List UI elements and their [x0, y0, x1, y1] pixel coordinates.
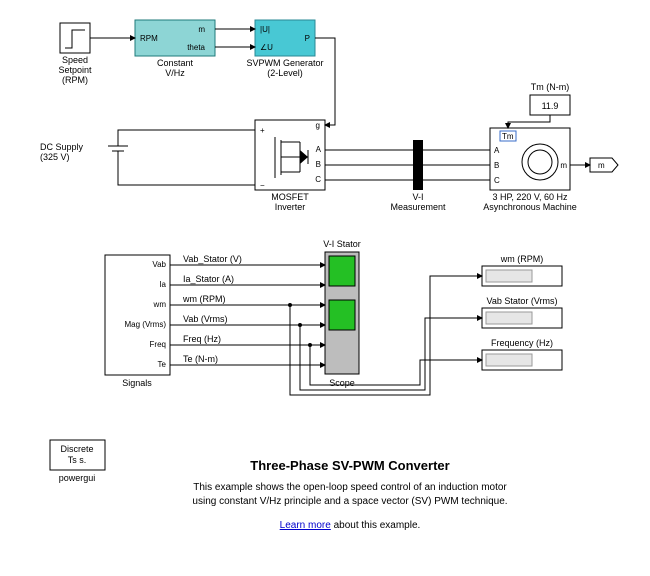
async-tm-port: Tm [502, 132, 514, 141]
svpwm-label-1: SVPWM Generator [246, 58, 323, 68]
learn-more-line: Learn more about this example. [280, 520, 421, 531]
inverter-label-2: Inverter [275, 202, 306, 212]
svpwm-out: P [305, 34, 310, 43]
inverter-minus-port: − [260, 181, 265, 190]
signals-box [105, 255, 170, 375]
sig-out-4: Freq (Hz) [183, 334, 221, 344]
tm-constant-block[interactable]: Tm (N-m) 11.9 [530, 82, 570, 115]
async-c-port: C [494, 176, 500, 185]
display-screen [486, 354, 532, 366]
signals-port-5: Te [158, 360, 167, 369]
vi-label-2: Measurement [390, 202, 446, 212]
scope-screen-1 [329, 256, 355, 286]
constant-vhz-block[interactable]: RPM m theta Constant V/Hz [135, 20, 215, 78]
tm-label: Tm (N-m) [531, 82, 569, 92]
goto-m-tag[interactable]: m [590, 158, 618, 172]
signal-line [290, 276, 482, 395]
sig-out-0: Vab_Stator (V) [183, 254, 242, 264]
description-1: This example shows the open-loop speed c… [193, 482, 507, 493]
display-screen [486, 270, 532, 282]
signals-block[interactable]: Vab Ia wm Mag (Vrms) Freq Te Signals [105, 255, 170, 388]
display-freq[interactable]: Frequency (Hz) [482, 338, 562, 370]
goto-m-text: m [598, 161, 605, 170]
signals-port-1: Ia [159, 280, 166, 289]
svpwm-in-bot: ∠U [260, 43, 273, 52]
disp-freq-label: Frequency (Hz) [491, 338, 553, 348]
speed-setpoint-block[interactable]: Speed Setpoint (RPM) [58, 23, 92, 85]
dc-supply-block[interactable]: DC Supply (325 V) [40, 135, 128, 162]
display-vab[interactable]: Vab Stator (Vrms) [482, 296, 562, 328]
powergui-line1: Discrete [60, 444, 93, 454]
disp-wm-label: wm (RPM) [500, 254, 544, 264]
signals-port-4: Freq [150, 340, 166, 349]
vhz-label-2: V/Hz [165, 68, 185, 78]
mosfet-inverter-block[interactable]: g + − A B C MOSFET Inverter [255, 120, 325, 212]
learn-more-after: about this example. [331, 520, 421, 531]
signals-port-3: Mag (Vrms) [125, 320, 167, 329]
scope-block[interactable]: V-I Stator Scope [323, 239, 361, 388]
tm-value: 11.9 [542, 101, 559, 111]
vhz-in-port: RPM [140, 34, 158, 43]
tm-signal-line [508, 115, 550, 128]
inverter-plus-port: + [260, 126, 265, 135]
signals-port-0: Vab [152, 260, 166, 269]
signals-port-2: wm [153, 300, 167, 309]
sig-out-2: wm (RPM) [182, 294, 226, 304]
inverter-g-port: g [316, 121, 320, 130]
sig-out-3: Vab (Vrms) [183, 314, 228, 324]
svpwm-generator-block[interactable]: |U| ∠U P SVPWM Generator (2-Level) [246, 20, 323, 78]
async-m-port: m [560, 161, 567, 170]
powergui-line2: Ts s. [68, 455, 87, 465]
vi-measurement-block[interactable]: V-I Measurement [390, 140, 446, 212]
dc-plus-wire [118, 130, 255, 135]
scope-top-label: V-I Stator [323, 239, 361, 249]
signals-label: Signals [122, 378, 152, 388]
inverter-b-port: B [316, 160, 321, 169]
disp-vab-label: Vab Stator (Vrms) [486, 296, 557, 306]
async-b-port: B [494, 161, 499, 170]
async-label-2: Asynchronous Machine [483, 202, 577, 212]
learn-more-link[interactable]: Learn more [280, 520, 332, 531]
async-label-1: 3 HP, 220 V, 60 Hz [492, 192, 568, 202]
dc-label-1: DC Supply [40, 142, 84, 152]
pwm-signal-line [315, 38, 335, 125]
inverter-a-port: A [316, 145, 322, 154]
vhz-label-1: Constant [157, 58, 194, 68]
page-title: Three-Phase SV-PWM Converter [250, 458, 449, 473]
vhz-out-theta: theta [187, 43, 205, 52]
scope-screen-2 [329, 300, 355, 330]
display-screen [486, 312, 532, 324]
powergui-label: powergui [59, 473, 96, 483]
inverter-c-port: C [315, 175, 321, 184]
powergui-block[interactable]: Discrete Ts s. powergui [50, 440, 105, 483]
vi-bar [413, 140, 423, 190]
inverter-label-1: MOSFET [271, 192, 309, 202]
sig-out-5: Te (N-m) [183, 354, 218, 364]
dc-minus-wire [118, 162, 255, 185]
dc-label-2: (325 V) [40, 152, 70, 162]
speed-setpoint-label: Speed [62, 55, 88, 65]
svpwm-label-2: (2-Level) [267, 68, 303, 78]
async-a-port: A [494, 146, 500, 155]
speed-setpoint-label-3: (RPM) [62, 75, 88, 85]
display-wm[interactable]: wm (RPM) [482, 254, 562, 286]
step-icon [60, 23, 90, 53]
vi-label-1: V-I [412, 192, 423, 202]
scope-label: Scope [329, 378, 355, 388]
async-machine-block[interactable]: Tm A B C m 3 HP, 220 V, 60 Hz Asynchrono… [483, 128, 577, 212]
svpwm-in-top: |U| [260, 25, 270, 34]
speed-setpoint-label-2: Setpoint [58, 65, 92, 75]
vhz-out-m: m [198, 25, 205, 34]
sig-out-1: Ia_Stator (A) [183, 274, 234, 284]
description-2: using constant V/Hz principle and a spac… [192, 496, 507, 507]
